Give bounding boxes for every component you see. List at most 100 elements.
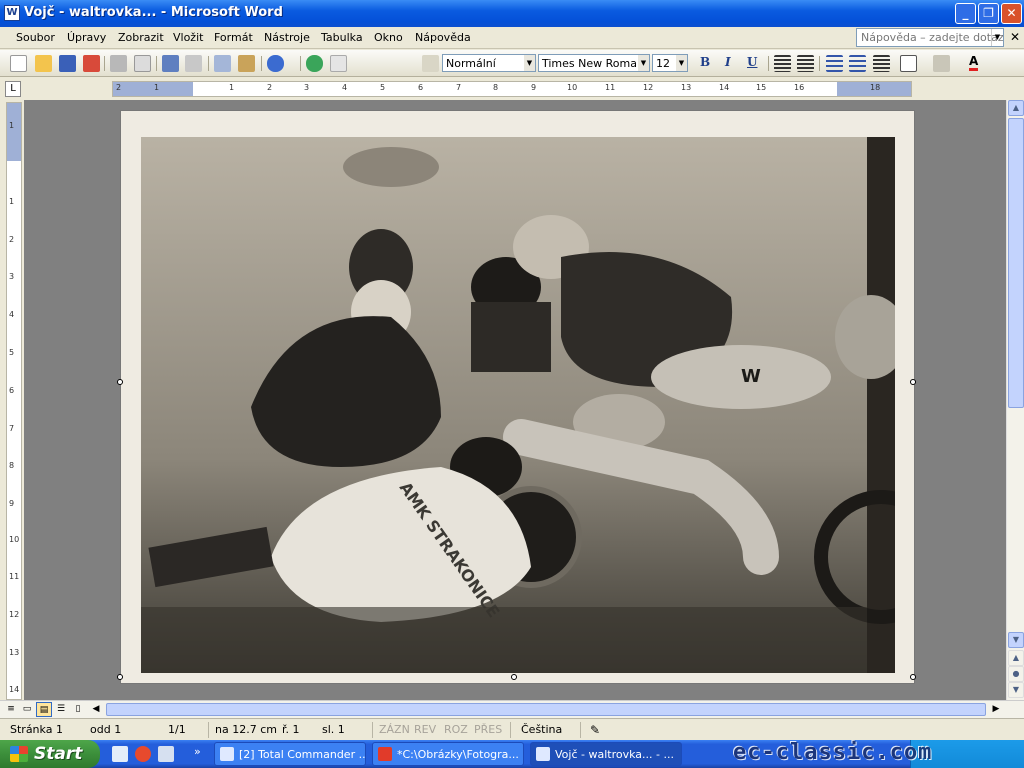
chevron-down-icon[interactable]: ▼ (638, 55, 649, 71)
tank-logo: W (741, 366, 761, 387)
research-icon[interactable] (185, 55, 202, 72)
style-dropdown[interactable]: Normální ▼ (442, 54, 536, 72)
vertical-ruler[interactable]: 1 1 2 3 4 5 6 7 8 9 10 11 12 13 14 (6, 102, 22, 700)
new-document-icon[interactable] (10, 55, 27, 72)
start-button[interactable]: Start (0, 740, 100, 768)
help-placeholder: Nápověda – zadejte dotaz (861, 31, 1004, 44)
chevron-down-icon[interactable]: ▼ (676, 55, 687, 71)
app-icon (378, 747, 392, 761)
status-overtype[interactable]: PŘES (474, 723, 502, 736)
browse-object-icon[interactable]: ● (1008, 666, 1024, 682)
previous-page-icon[interactable]: ▲ (1008, 650, 1024, 666)
menu-nastroje[interactable]: Nástroje (264, 31, 310, 44)
help-search-input[interactable]: Nápověda – zadejte dotaz ▼ (856, 28, 1004, 47)
scroll-thumb[interactable] (1008, 118, 1024, 408)
vertical-scrollbar[interactable]: ▲ ▼ ▲ ● ▼ (1006, 100, 1024, 700)
web-view-icon[interactable]: ▭ (19, 702, 35, 717)
undo-icon[interactable] (267, 55, 284, 72)
outline-view-icon[interactable]: ☰ (53, 702, 69, 717)
scroll-right-icon[interactable]: ▶ (988, 702, 1004, 717)
status-record[interactable]: ZÁZN (379, 723, 410, 736)
status-language: Čeština (521, 723, 563, 736)
normal-view-icon[interactable]: ≡ (3, 702, 19, 717)
menu-upravy[interactable]: Úpravy (67, 31, 106, 44)
justify-icon[interactable] (797, 55, 814, 72)
status-extend[interactable]: ROZ (444, 723, 468, 736)
menu-format[interactable]: Formát (214, 31, 253, 44)
scroll-up-icon[interactable]: ▲ (1008, 100, 1024, 116)
status-section: odd 1 (90, 723, 122, 736)
motorcycle-photo[interactable]: W AMK STRAKONICE (141, 137, 895, 673)
status-track[interactable]: REV (414, 723, 436, 736)
document-close-icon[interactable]: ✕ (1010, 30, 1020, 44)
word-app-icon[interactable]: W (4, 5, 20, 21)
taskbar-item-word[interactable]: Vojč - waltrovka... - ... (530, 742, 682, 766)
resize-handle[interactable] (910, 674, 916, 680)
print-preview-icon[interactable] (134, 55, 151, 72)
horizontal-scroll-row: ≡ ▭ ▤ ☰ ▯ ◀ ▶ (0, 700, 1024, 718)
font-dropdown[interactable]: Times New Roman ▼ (538, 54, 650, 72)
drive-icon[interactable] (158, 746, 174, 762)
font-size-dropdown[interactable]: 12 ▼ (652, 54, 688, 72)
align-left-icon[interactable] (774, 55, 791, 72)
underline-button[interactable]: U (747, 55, 757, 69)
numbering-icon[interactable] (826, 55, 843, 72)
status-line: ř. 1 (282, 723, 300, 736)
horizontal-ruler[interactable]: 2 1 1 2 3 4 5 6 7 8 9 10 11 12 13 14 15 … (112, 81, 912, 97)
hyperlink-icon[interactable] (306, 55, 323, 72)
table-icon[interactable] (330, 55, 347, 72)
resize-handle[interactable] (117, 674, 123, 680)
menu-vlozit[interactable]: Vložit (173, 31, 203, 44)
menu-zobrazit[interactable]: Zobrazit (118, 31, 164, 44)
email-icon[interactable] (112, 746, 128, 762)
open-folder-icon[interactable] (35, 55, 52, 72)
minimize-button[interactable]: _ (955, 3, 976, 24)
scroll-left-icon[interactable]: ◀ (88, 702, 104, 717)
resize-handle[interactable] (511, 674, 517, 680)
spelling-status-icon[interactable]: ✎ (590, 723, 600, 737)
tab-selector[interactable]: L (5, 81, 21, 97)
close-button[interactable]: ✕ (1001, 3, 1022, 24)
highlight-icon[interactable] (933, 55, 950, 72)
menu-okno[interactable]: Okno (374, 31, 403, 44)
ruler-row: L 2 1 1 2 3 4 5 6 7 8 9 10 11 12 13 14 1… (0, 78, 1024, 100)
bullets-icon[interactable] (849, 55, 866, 72)
permission-icon[interactable] (83, 55, 100, 72)
copy-icon[interactable] (214, 55, 231, 72)
reading-view-icon[interactable]: ▯ (70, 702, 86, 717)
styles-pane-icon[interactable] (422, 55, 439, 72)
chevron-down-icon[interactable]: ▼ (524, 55, 535, 71)
horizontal-scroll-thumb[interactable] (106, 703, 986, 716)
app-icon (536, 747, 550, 761)
status-page: Stránka 1 (10, 723, 63, 736)
taskbar-item-total-commander[interactable]: [2] Total Commander ... (214, 742, 366, 766)
status-position: na 12.7 cm (215, 723, 277, 736)
title-bar[interactable]: W Vojč - waltrovka... - Microsoft Word _… (0, 0, 1024, 27)
scroll-down-icon[interactable]: ▼ (1008, 632, 1024, 648)
restore-button[interactable]: ❐ (978, 3, 999, 24)
indent-icon[interactable] (873, 55, 890, 72)
spelling-icon[interactable] (162, 55, 179, 72)
resize-handle[interactable] (117, 379, 123, 385)
paste-icon[interactable] (238, 55, 255, 72)
site-watermark: ec-classic.com (733, 740, 933, 765)
border-icon[interactable] (900, 55, 917, 72)
print-icon[interactable] (110, 55, 127, 72)
next-page-icon[interactable]: ▼ (1008, 682, 1024, 698)
browser-icon[interactable] (135, 746, 151, 762)
chevron-right-icon[interactable]: » (194, 745, 201, 758)
font-color-button[interactable]: A (969, 55, 979, 71)
resize-handle[interactable] (910, 379, 916, 385)
inserted-photo[interactable]: W AMK STRAKONICE (120, 110, 915, 684)
status-bar: Stránka 1 odd 1 1/1 na 12.7 cm ř. 1 sl. … (0, 718, 1024, 740)
menu-napoveda[interactable]: Nápověda (415, 31, 471, 44)
save-icon[interactable] (59, 55, 76, 72)
menu-tabulka[interactable]: Tabulka (321, 31, 363, 44)
taskbar-item-image-viewer[interactable]: *C:\Obrázky\Fotogra... (372, 742, 524, 766)
chevron-down-icon[interactable]: ▼ (991, 29, 1003, 46)
document-area[interactable]: W AMK STRAKONICE (24, 100, 1006, 700)
bold-button[interactable]: B (700, 55, 710, 69)
print-layout-icon[interactable]: ▤ (36, 702, 52, 717)
menu-soubor[interactable]: Soubor (16, 31, 55, 44)
italic-button[interactable]: I (725, 55, 731, 69)
